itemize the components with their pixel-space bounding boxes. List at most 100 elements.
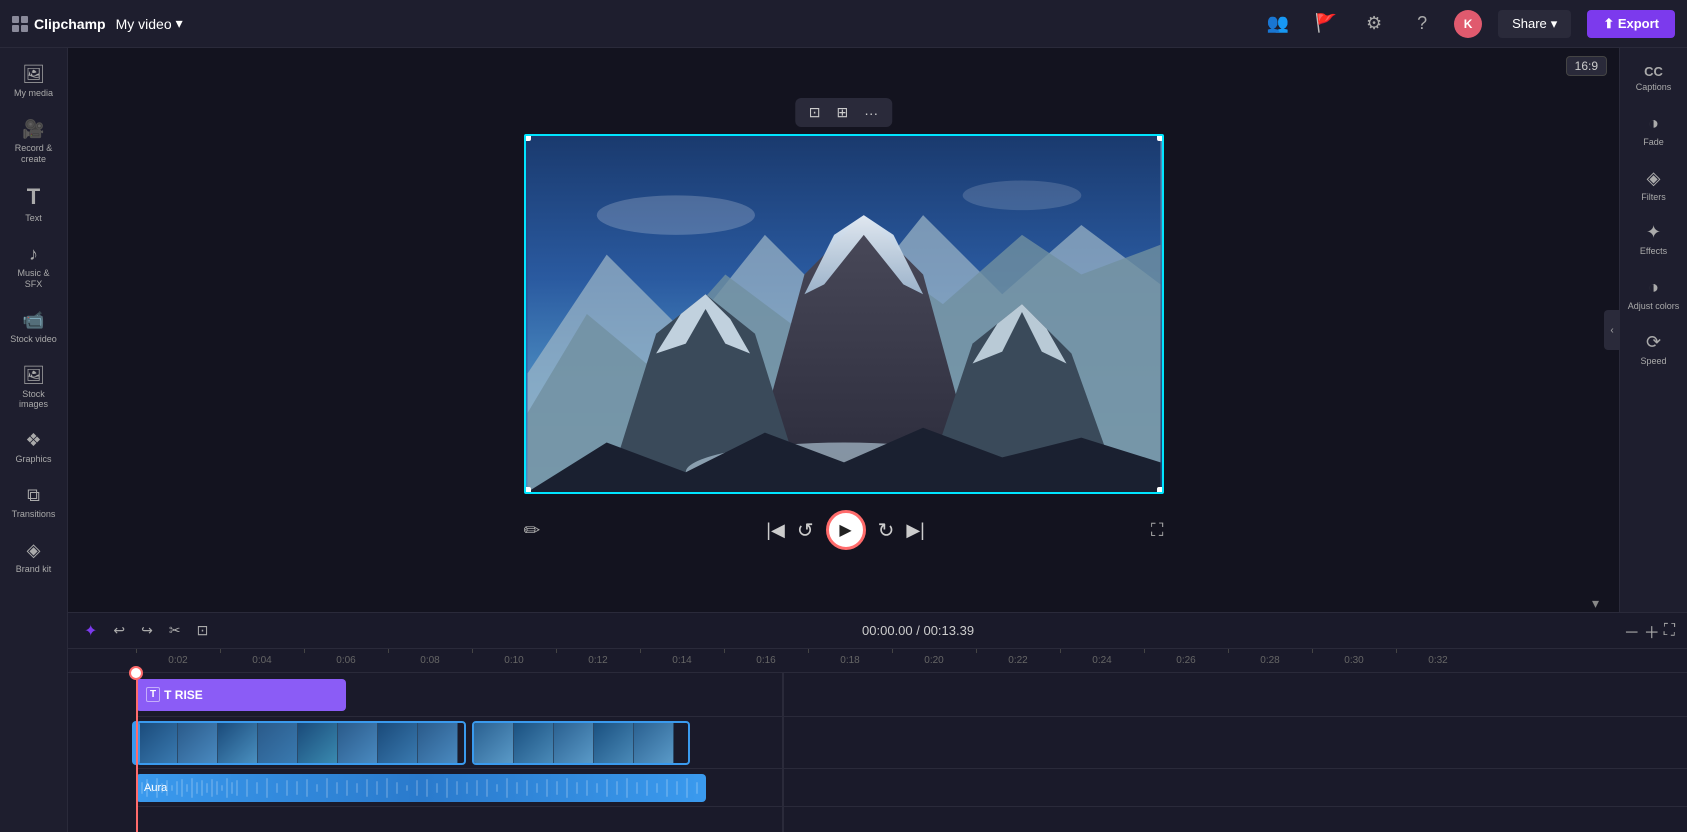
text-clip-label: T RISE	[164, 688, 203, 702]
right-sidebar-item-effects[interactable]: ✦ Effects	[1623, 214, 1685, 265]
sidebar-item-stock-video[interactable]: 📹 Stock video	[4, 302, 64, 353]
audio-track: Aura	[136, 769, 1687, 807]
fade-icon: ◑	[1648, 113, 1659, 134]
sidebar-item-text[interactable]: T Text	[4, 176, 64, 232]
preview-bottom-bar: ▾	[68, 580, 1619, 612]
video-canvas-container: ⊡ ⊞ ···	[524, 134, 1164, 494]
ruler-mark: 0:12	[556, 655, 640, 666]
video-frame: ↻	[524, 134, 1164, 494]
speed-icon: ⟳	[1646, 332, 1661, 353]
preview-row: 16:9 ⊡ ⊞ ···	[68, 48, 1687, 612]
ruler-mark: 0:18	[808, 655, 892, 666]
text-icon: T	[27, 184, 40, 210]
fit-button[interactable]: ⛶	[1664, 622, 1675, 640]
handle-bottom-right[interactable]	[1157, 487, 1164, 494]
handle-bottom-left[interactable]	[524, 487, 531, 494]
right-sidebar-collapse-arrow[interactable]: ‹	[1604, 310, 1620, 350]
right-sidebar-label: Effects	[1640, 246, 1667, 257]
detach-audio-button[interactable]: ⊡	[193, 620, 213, 641]
ruler-mark: 0:22	[976, 655, 1060, 666]
ruler-mark: 0:14	[640, 655, 724, 666]
sidebar-item-stock-images[interactable]: 🖼 Stock images	[4, 357, 64, 419]
sidebar-item-label: Brand kit	[16, 564, 52, 575]
sidebar-item-my-media[interactable]: 🖼 My media	[4, 56, 64, 107]
topbar-right: 👥 🚩 ⚙ ? K Share ▾ ⬆ Export	[1262, 8, 1675, 40]
more-button[interactable]: ···	[860, 103, 882, 123]
aspect-ratio-badge: 16:9	[1566, 56, 1607, 76]
ruler-mark: 0:02	[136, 655, 220, 666]
timeline-dropdown-icon[interactable]: ▾	[1592, 595, 1599, 612]
ruler-mark: 0:10	[472, 655, 556, 666]
play-button[interactable]: ▶	[826, 510, 866, 550]
magic-edit-button[interactable]: ✏	[524, 518, 541, 543]
people-icon-btn[interactable]: 👥	[1262, 8, 1294, 40]
time-display: 00:00.00 / 00:13.39	[862, 623, 974, 638]
share-button[interactable]: Share ▾	[1498, 10, 1571, 38]
skip-forward-button[interactable]: ▶|	[906, 520, 925, 541]
graphics-icon: ❖	[25, 430, 41, 451]
zoom-out-button[interactable]: －	[1624, 619, 1640, 643]
help-icon-btn[interactable]: ?	[1406, 8, 1438, 40]
video-background	[526, 136, 1162, 492]
export-button[interactable]: ⬆ Export	[1587, 10, 1675, 38]
record-icon: 🎥	[22, 119, 44, 140]
flag-icon-btn[interactable]: 🚩	[1310, 8, 1342, 40]
right-sidebar-item-speed[interactable]: ⟳ Speed	[1623, 324, 1685, 375]
right-sidebar-label: Fade	[1643, 137, 1664, 148]
handle-top-left[interactable]	[524, 134, 531, 141]
zoom-controls: － ＋ ⛶	[1624, 619, 1675, 643]
magic-button[interactable]: ✦	[80, 619, 101, 643]
audio-waveform-svg	[136, 774, 706, 802]
right-sidebar-item-filters[interactable]: ◈ Filters	[1623, 160, 1685, 211]
sidebar-item-music-sfx[interactable]: ♪ Music & SFX	[4, 236, 64, 298]
undo-button[interactable]: ↩	[109, 620, 129, 641]
cut-button[interactable]: ✂	[165, 620, 185, 641]
right-sidebar-item-fade[interactable]: ◑ Fade	[1623, 105, 1685, 156]
mountain-svg	[526, 136, 1162, 492]
video-clip-1[interactable]	[136, 721, 466, 765]
video-title[interactable]: My video ▾	[116, 15, 183, 32]
crop-button[interactable]: ⊡	[805, 102, 825, 123]
sidebar-item-label: Transitions	[12, 509, 56, 520]
sidebar-item-record-create[interactable]: 🎥 Record & create	[4, 111, 64, 173]
sidebar-item-label: Stock video	[10, 334, 57, 345]
audio-clip[interactable]: Aura	[136, 774, 706, 802]
right-sidebar-item-adjust-colors[interactable]: ◑ Adjust colors	[1623, 269, 1685, 320]
right-sidebar-label: Captions	[1636, 82, 1672, 93]
redo-button[interactable]: ↪	[137, 620, 157, 641]
settings-icon-btn[interactable]: ⚙	[1358, 8, 1390, 40]
chevron-down-icon: ▾	[176, 15, 183, 32]
rewind-button[interactable]: ↺	[797, 518, 814, 543]
sidebar-item-label: My media	[14, 88, 53, 99]
forward-button[interactable]: ↻	[878, 518, 895, 543]
ruler-mark: 0:30	[1312, 655, 1396, 666]
fullscreen-button[interactable]: ⛶	[1151, 520, 1164, 541]
right-sidebar-label: Adjust colors	[1628, 301, 1680, 312]
right-sidebar-item-captions[interactable]: CC Captions	[1623, 56, 1685, 101]
music-icon: ♪	[29, 244, 38, 265]
trim-handle-left[interactable]	[132, 721, 140, 765]
skip-back-button[interactable]: |◀	[766, 520, 785, 541]
text-clip-icon: T	[146, 687, 160, 702]
sidebar-item-graphics[interactable]: ❖ Graphics	[4, 422, 64, 473]
current-time: 00:00.00 / 00:13.39	[862, 623, 974, 638]
timeline-area: ✦ ↩ ↪ ✂ ⊡ 00:00.00 / 00:13.39 － ＋ ⛶	[68, 612, 1687, 832]
handle-top-right[interactable]	[1157, 134, 1164, 141]
sidebar-item-brand-kit[interactable]: ◈ Brand kit	[4, 532, 64, 583]
zoom-in-button[interactable]: ＋	[1644, 619, 1660, 643]
stock-video-icon: 📹	[22, 310, 44, 331]
ruler-mark: 0:20	[892, 655, 976, 666]
user-avatar[interactable]: K	[1454, 10, 1482, 38]
timeline-ruler: 0:02 0:04 0:06 0:08 0:10 0:12 0:14 0:16 …	[68, 649, 1687, 673]
video-track	[136, 717, 1687, 769]
sidebar-item-label: Record & create	[10, 143, 58, 165]
app-logo: Clipchamp	[12, 16, 106, 32]
text-clip[interactable]: T T RISE	[136, 679, 346, 711]
grid-icon	[12, 16, 28, 32]
sidebar-item-label: Music & SFX	[10, 268, 58, 290]
aspect-button[interactable]: ⊞	[833, 102, 853, 123]
preview-area: 16:9 ⊡ ⊞ ···	[68, 48, 1619, 580]
sidebar-item-transitions[interactable]: ⧉ Transitions	[4, 477, 64, 528]
chevron-down-icon: ▾	[1551, 16, 1558, 32]
video-clip-2[interactable]	[472, 721, 690, 765]
